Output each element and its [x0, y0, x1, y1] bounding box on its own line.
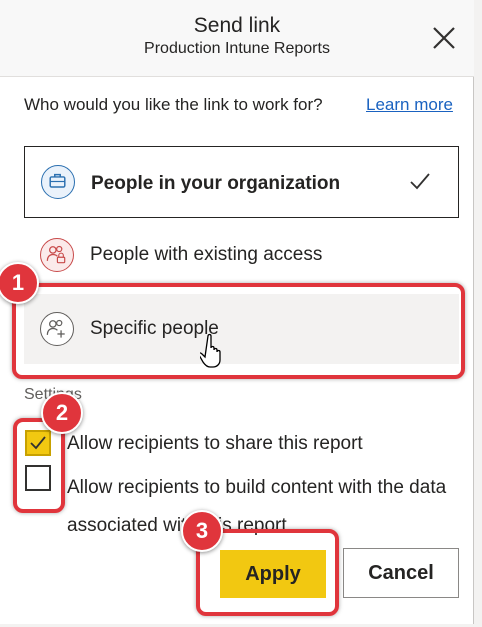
people-lock-icon — [40, 238, 74, 272]
option-label: People with existing access — [90, 244, 323, 265]
learn-more-link[interactable]: Learn more — [366, 95, 453, 115]
cancel-button[interactable]: Cancel — [343, 548, 459, 598]
share-report-checkbox[interactable] — [25, 430, 51, 456]
step-badge-3: 3 — [181, 510, 223, 552]
dialog-header: Send link Production Intune Reports — [0, 0, 474, 77]
people-add-icon — [40, 312, 74, 346]
audience-question: Who would you like the link to work for? — [24, 95, 323, 114]
dialog-title: Send link — [193, 14, 281, 37]
share-report-label: Allow recipients to share this report — [67, 433, 363, 454]
option-people-in-organization[interactable]: People in your organization — [24, 146, 459, 218]
build-content-checkbox[interactable] — [25, 465, 51, 491]
apply-button[interactable]: Apply — [220, 550, 326, 598]
close-icon[interactable] — [430, 24, 458, 52]
dialog-subtitle: Production Intune Reports — [144, 40, 330, 57]
briefcase-icon — [41, 165, 75, 199]
hand-pointer-icon — [200, 333, 221, 368]
option-label: People in your organization — [91, 173, 341, 194]
option-specific-people[interactable]: Specific people — [24, 294, 459, 364]
step-badge-2: 2 — [41, 392, 83, 434]
checkmark-icon — [30, 436, 46, 450]
build-content-label: Allow recipients to build content with t… — [67, 477, 447, 536]
send-link-dialog: Send link Production Intune Reports Who … — [0, 0, 474, 624]
checkmark-icon — [410, 173, 430, 190]
option-people-with-existing-access[interactable]: People with existing access — [24, 222, 459, 288]
